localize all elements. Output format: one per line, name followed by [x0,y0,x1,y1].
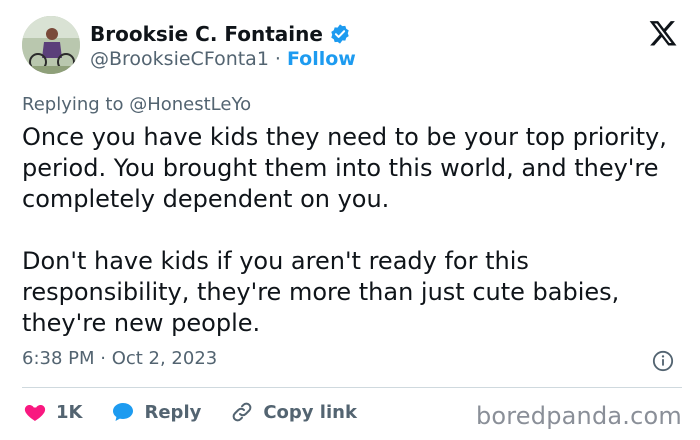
tweet-timestamp[interactable]: 6:38 PM · Oct 2, 2023 [22,348,217,369]
author-handle[interactable]: @BrooksieCFonta1 [90,48,269,70]
x-logo-icon[interactable] [648,18,678,48]
reply-bubble-icon [113,403,134,421]
info-icon[interactable] [652,350,674,372]
replying-prefix: Replying to [22,94,124,115]
avatar-photo [22,16,80,74]
follow-button[interactable]: Follow [287,48,356,70]
author-name[interactable]: Brooksie C. Fontaine [90,22,323,46]
source-watermark: boredpanda.com [475,402,682,430]
tweet-paragraph-2: Don't have kids if you aren't ready for … [22,247,620,337]
verified-badge-icon [331,24,349,44]
action-bar: 1K Reply Copy link [22,400,385,424]
handle-separator: · [274,48,281,70]
replying-to-line: Replying to @HonestLeYo [22,94,251,115]
reply-mention-link[interactable]: @HonestLeYo [129,94,251,115]
tweet-text: Once you have kids they need to be your … [22,122,682,339]
like-button[interactable]: 1K [22,400,82,424]
divider [22,387,682,388]
reply-label: Reply [144,401,202,423]
tweet-paragraph-1: Once you have kids they need to be your … [22,123,667,213]
avatar[interactable] [22,16,80,74]
reply-button[interactable]: Reply [110,400,201,424]
copy-link-label: Copy link [263,401,357,423]
link-icon [232,402,252,422]
copy-link-button[interactable]: Copy link [229,400,357,424]
like-count: 1K [56,401,83,423]
heart-icon [24,405,46,421]
